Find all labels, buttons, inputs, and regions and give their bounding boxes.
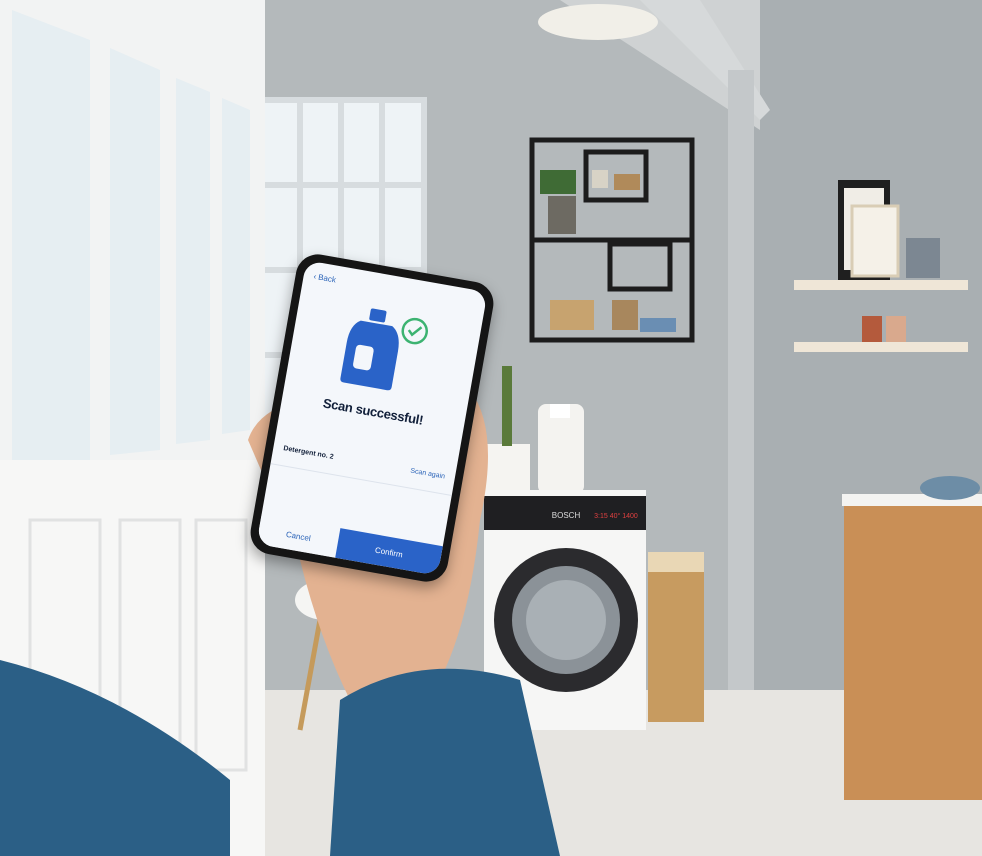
washer-readout: 3:15 40° 1400 [594, 512, 638, 520]
washer-brand: BOSCH [552, 511, 581, 520]
detergent-bottle-icon [340, 308, 399, 391]
check-circle-icon [401, 317, 428, 345]
detergent-name: Detergent no. 2 [282, 445, 335, 461]
back-link[interactable]: ‹Back [313, 272, 337, 285]
ceiling-lamp [538, 4, 658, 40]
room-background: BOSCH 3:15 40° 1400 [0, 0, 982, 856]
back-label: Back [317, 272, 337, 285]
plant-pot [484, 444, 530, 490]
scan-status-title: Scan successful! [321, 395, 425, 428]
floating-shelf-bottom [794, 342, 968, 352]
laundry-basket [648, 552, 704, 722]
divider [270, 463, 452, 497]
scan-again-link[interactable]: Scan again [410, 468, 446, 481]
wooden-cabinet [844, 500, 982, 800]
chevron-left-icon: ‹ [312, 271, 318, 282]
laundry-room-scene: BOSCH 3:15 40° 1400 ‹Back Scan successfu… [0, 0, 982, 856]
floating-shelf-top [794, 280, 968, 290]
detergent-row: Detergent no. 2 Scan again [283, 445, 446, 480]
support-beam [728, 70, 754, 690]
